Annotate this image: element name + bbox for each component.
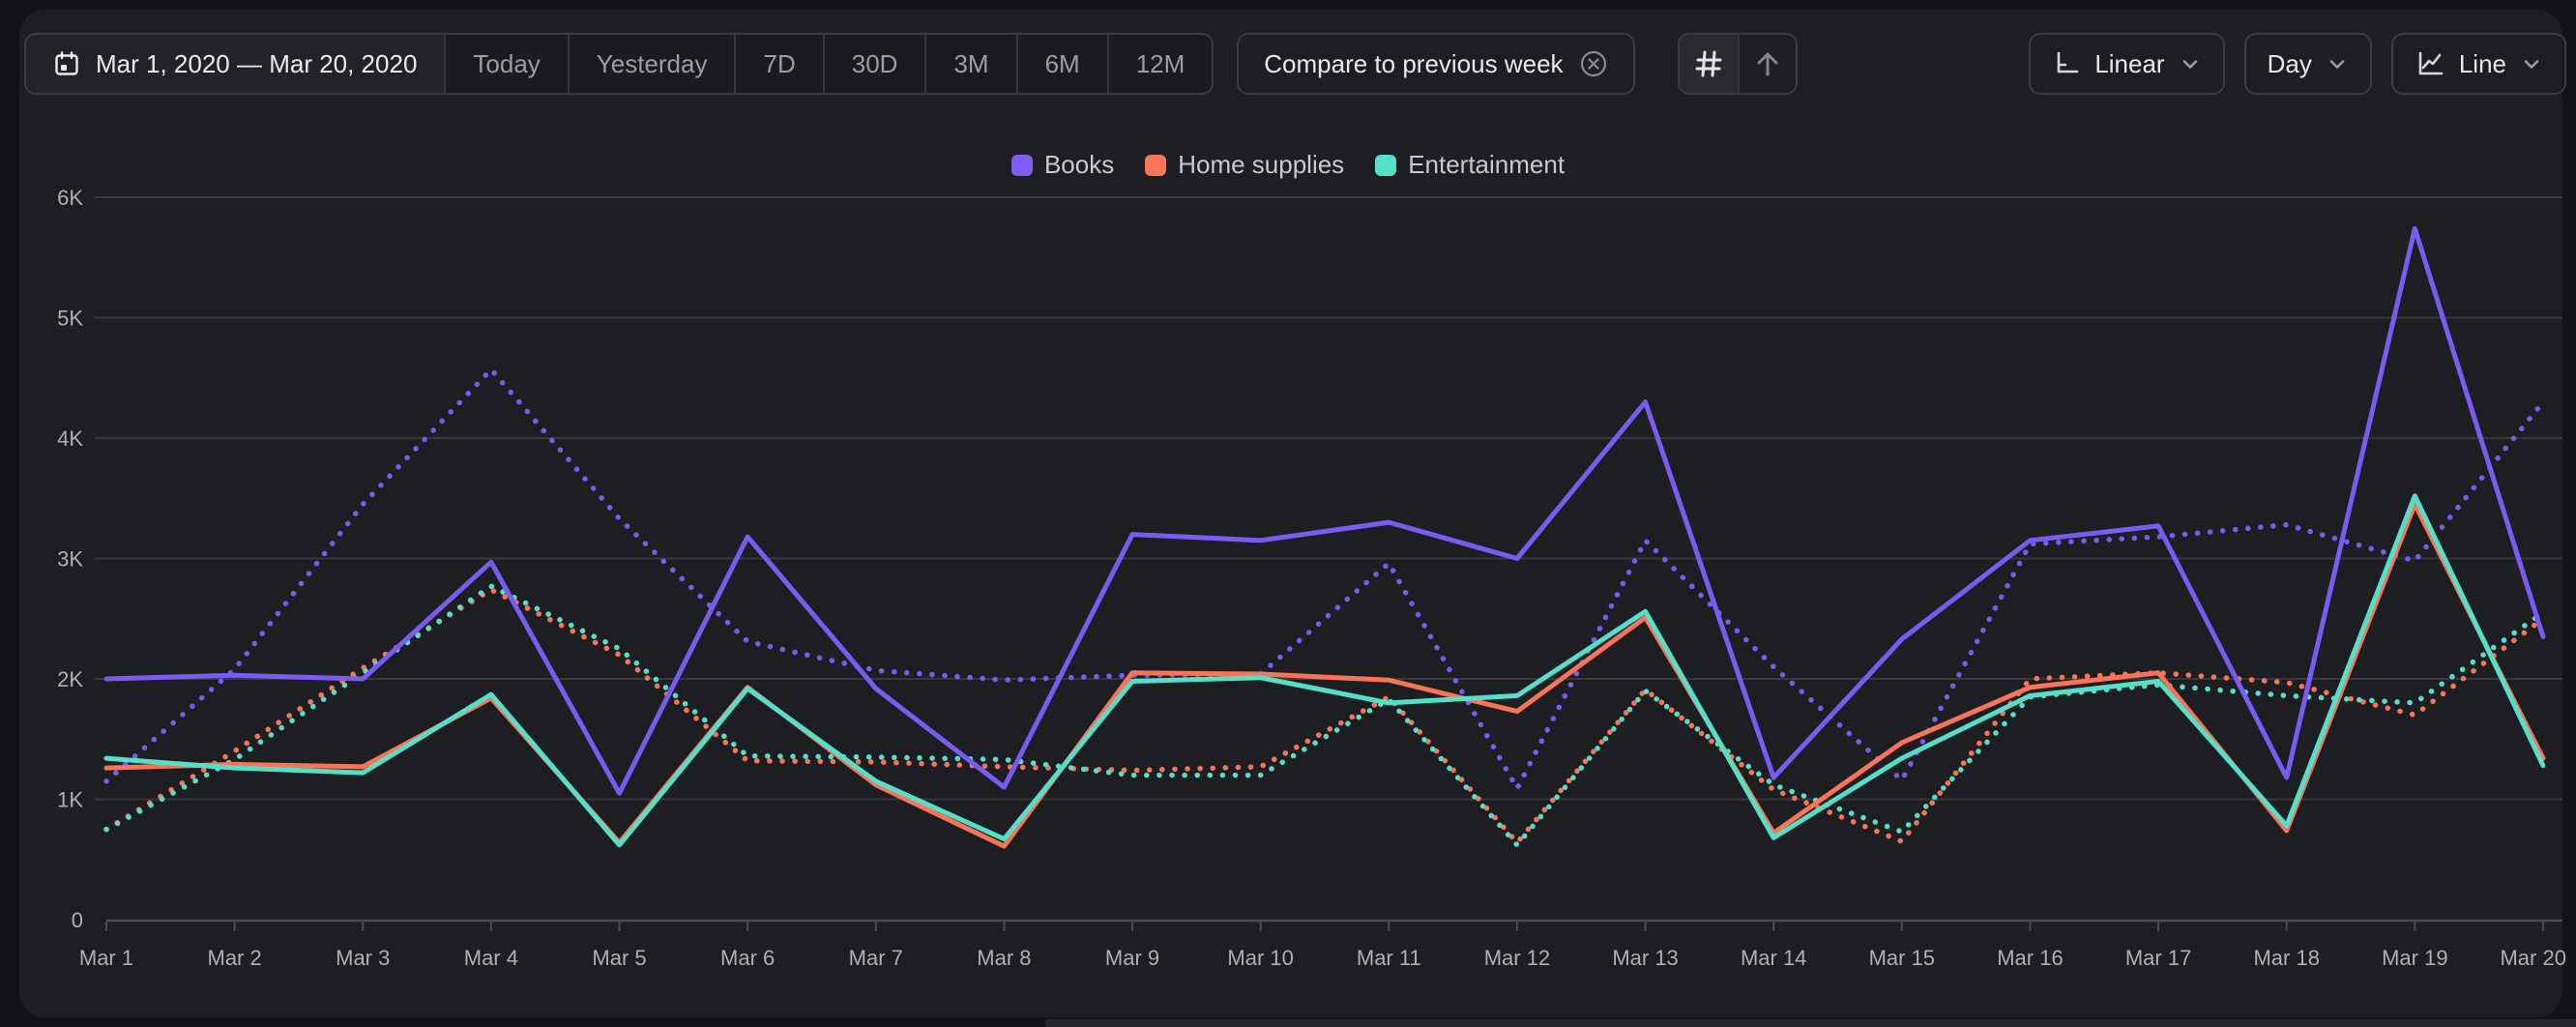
legend-label: Books xyxy=(1044,150,1114,180)
date-range-group: Mar 1, 2020 — Mar 20, 2020 Today Yesterd… xyxy=(24,33,1214,95)
date-preset-button[interactable]: 12M xyxy=(1109,35,1213,93)
legend-item[interactable]: Books xyxy=(1011,150,1114,180)
line-chart-icon xyxy=(2415,48,2445,79)
svg-text:Mar 4: Mar 4 xyxy=(464,946,518,970)
svg-text:Mar 1: Mar 1 xyxy=(79,946,133,970)
axes-icon xyxy=(2052,49,2081,78)
toolbar-spacer xyxy=(1798,33,2010,95)
svg-text:Mar 20: Mar 20 xyxy=(2500,946,2565,970)
date-preset-button[interactable]: Yesterday xyxy=(570,35,737,93)
svg-text:0: 0 xyxy=(72,908,83,932)
svg-text:Mar 2: Mar 2 xyxy=(208,946,262,970)
compare-label: Compare to previous week xyxy=(1264,49,1563,79)
scale-label: Linear xyxy=(2094,49,2164,79)
scale-dropdown[interactable]: Linear xyxy=(2029,33,2224,95)
svg-text:Mar 18: Mar 18 xyxy=(2253,946,2319,970)
legend: Books Home supplies Entertainment xyxy=(0,150,2576,180)
chart-options-group xyxy=(1678,33,1798,95)
date-preset-button[interactable]: 3M xyxy=(926,35,1017,93)
legend-label: Home supplies xyxy=(1178,150,1344,180)
svg-text:Mar 6: Mar 6 xyxy=(720,946,775,970)
chart-type-dropdown[interactable]: Line xyxy=(2391,33,2566,95)
svg-text:Mar 10: Mar 10 xyxy=(1227,946,1293,970)
granularity-dropdown[interactable]: Day xyxy=(2244,33,2372,95)
legend-label: Entertainment xyxy=(1408,150,1565,180)
svg-text:Mar 3: Mar 3 xyxy=(336,946,390,970)
grid-toggle-button[interactable] xyxy=(1680,35,1738,93)
series-line-entertainment-previous-week-[interactable] xyxy=(106,586,2543,845)
toolbar: Mar 1, 2020 — Mar 20, 2020 Today Yesterd… xyxy=(24,33,2566,95)
legend-swatch xyxy=(1011,155,1033,176)
svg-text:Mar 11: Mar 11 xyxy=(1357,946,1421,970)
export-button[interactable] xyxy=(1738,35,1796,93)
granularity-label: Day xyxy=(2268,49,2312,79)
svg-text:6K: 6K xyxy=(57,186,83,210)
svg-text:3K: 3K xyxy=(57,547,83,572)
remove-compare-icon[interactable] xyxy=(1579,49,1608,78)
date-range-picker[interactable]: Mar 1, 2020 — Mar 20, 2020 xyxy=(26,35,446,93)
svg-text:1K: 1K xyxy=(57,788,83,812)
svg-text:Mar 19: Mar 19 xyxy=(2382,946,2447,970)
grid-icon xyxy=(1693,48,1724,79)
svg-text:Mar 9: Mar 9 xyxy=(1105,946,1159,970)
svg-text:Mar 16: Mar 16 xyxy=(1997,946,2063,970)
svg-text:2K: 2K xyxy=(57,667,83,691)
calendar-icon xyxy=(53,50,80,77)
chevron-down-icon xyxy=(2520,52,2543,75)
series-line-home-supplies-previous-week-[interactable] xyxy=(106,590,2543,842)
arrow-up-icon xyxy=(1752,48,1783,79)
series-line-entertainment[interactable] xyxy=(106,496,2543,845)
svg-text:Mar 8: Mar 8 xyxy=(977,946,1031,970)
chart-type-label: Line xyxy=(2459,49,2506,79)
svg-text:Mar 15: Mar 15 xyxy=(1869,946,1935,970)
svg-text:Mar 14: Mar 14 xyxy=(1741,946,1806,970)
compare-pill[interactable]: Compare to previous week xyxy=(1237,33,1634,95)
preset-buttons: Today Yesterday 7D 30D 3M xyxy=(446,35,1212,93)
legend-swatch xyxy=(1145,155,1166,176)
date-range-label: Mar 1, 2020 — Mar 20, 2020 xyxy=(96,49,417,79)
chevron-down-icon xyxy=(2326,52,2349,75)
scrollbar-track[interactable] xyxy=(1044,1019,2576,1027)
svg-text:Mar 5: Mar 5 xyxy=(592,946,646,970)
chevron-down-icon xyxy=(2179,52,2202,75)
svg-text:Mar 12: Mar 12 xyxy=(1484,946,1550,970)
date-preset-button[interactable]: 6M xyxy=(1018,35,1109,93)
date-preset-button[interactable]: 30D xyxy=(825,35,927,93)
legend-item[interactable]: Entertainment xyxy=(1375,150,1565,180)
svg-text:Mar 17: Mar 17 xyxy=(2125,946,2191,970)
svg-text:5K: 5K xyxy=(57,307,83,331)
date-preset-button[interactable]: Today xyxy=(446,35,569,93)
legend-item[interactable]: Home supplies xyxy=(1145,150,1344,180)
date-preset-button[interactable]: 7D xyxy=(736,35,824,93)
svg-text:4K: 4K xyxy=(57,426,83,451)
legend-swatch xyxy=(1375,155,1396,176)
svg-text:Mar 13: Mar 13 xyxy=(1612,946,1678,970)
svg-text:Mar 7: Mar 7 xyxy=(849,946,903,970)
